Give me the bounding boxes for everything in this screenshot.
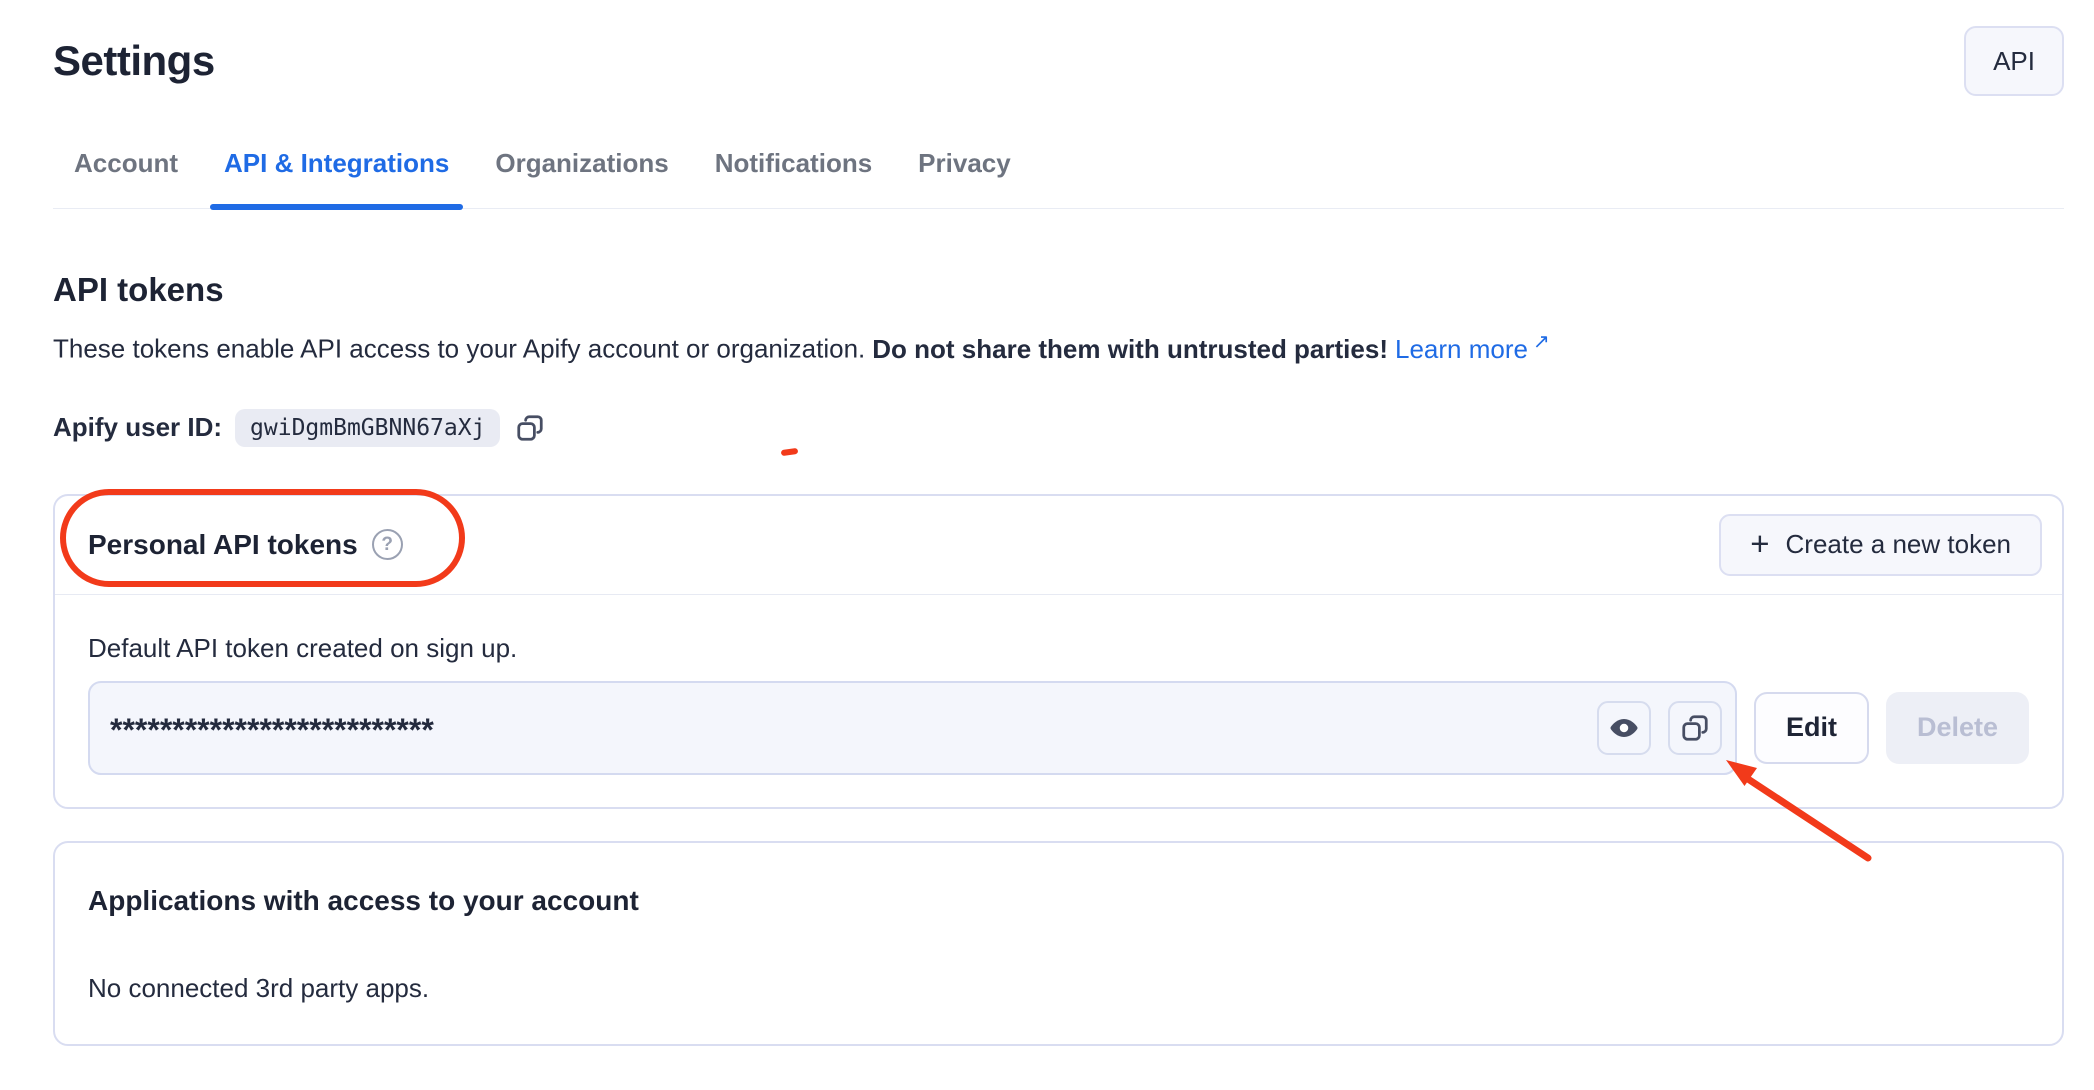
learn-more-label: Learn more [1395, 334, 1528, 364]
token-row: Edit Delete [88, 681, 2029, 775]
token-input[interactable] [88, 681, 1737, 775]
user-id-row: Apify user ID: gwiDgmBmGBNN67aXj [53, 409, 2064, 447]
edit-token-button[interactable]: Edit [1754, 692, 1869, 764]
plus-icon: + [1750, 527, 1769, 560]
token-inline-actions [1597, 701, 1722, 755]
personal-tokens-title: Personal API tokens [88, 529, 358, 561]
learn-more-link[interactable]: Learn more↗ [1395, 334, 1550, 364]
user-id-label: Apify user ID: [53, 412, 222, 443]
page-title: Settings [53, 37, 215, 85]
page-header: Settings API [53, 26, 2064, 96]
section-description: These tokens enable API access to your A… [53, 329, 2064, 365]
delete-token-button[interactable]: Delete [1886, 692, 2029, 764]
tabs: Account API & Integrations Organizations No… [53, 148, 2064, 209]
personal-tokens-card-header: Personal API tokens ? + Create a new tok… [55, 496, 2062, 595]
personal-tokens-card-body: Default API token created on sign up. [55, 595, 2062, 807]
eye-icon [1609, 713, 1639, 743]
applications-card: Applications with access to your account… [53, 841, 2064, 1046]
create-token-button[interactable]: + Create a new token [1719, 514, 2042, 576]
personal-tokens-card: Personal API tokens ? + Create a new tok… [53, 494, 2064, 809]
applications-title: Applications with access to your account [88, 885, 2029, 917]
tab-notifications[interactable]: Notifications [701, 148, 886, 208]
settings-page: Settings API Account API & Integrations Or… [0, 0, 2094, 1090]
help-icon[interactable]: ? [372, 529, 403, 560]
tab-privacy[interactable]: Privacy [904, 148, 1025, 208]
copy-user-id-button[interactable] [513, 411, 547, 445]
description-text: These tokens enable API access to your A… [53, 334, 865, 364]
copy-icon [515, 413, 545, 443]
description-warning: Do not share them with untrusted parties… [872, 334, 1388, 364]
section-title: API tokens [53, 271, 2064, 309]
tab-account[interactable]: Account [60, 148, 192, 208]
tab-organizations[interactable]: Organizations [481, 148, 682, 208]
tab-api-integrations[interactable]: API & Integrations [210, 148, 463, 208]
api-button[interactable]: API [1964, 26, 2064, 96]
user-id-value: gwiDgmBmGBNN67aXj [235, 409, 500, 447]
reveal-token-button[interactable] [1597, 701, 1651, 755]
applications-empty-text: No connected 3rd party apps. [88, 973, 2029, 1004]
copy-token-button[interactable] [1668, 701, 1722, 755]
copy-icon [1680, 713, 1710, 743]
token-description: Default API token created on sign up. [88, 633, 2029, 664]
external-link-icon: ↗ [1533, 331, 1550, 353]
token-field-wrap [88, 681, 1737, 775]
create-token-label: Create a new token [1786, 529, 2011, 560]
